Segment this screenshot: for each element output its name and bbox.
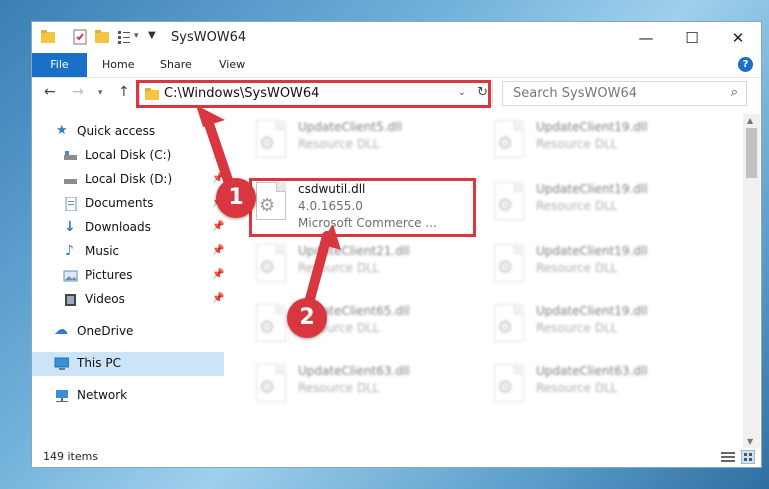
callout-badge-2: 2 [287,298,327,338]
arrow-head-address [196,105,225,127]
callout-badge-1: 1 [216,178,256,218]
callout-arrows [196,105,341,319]
